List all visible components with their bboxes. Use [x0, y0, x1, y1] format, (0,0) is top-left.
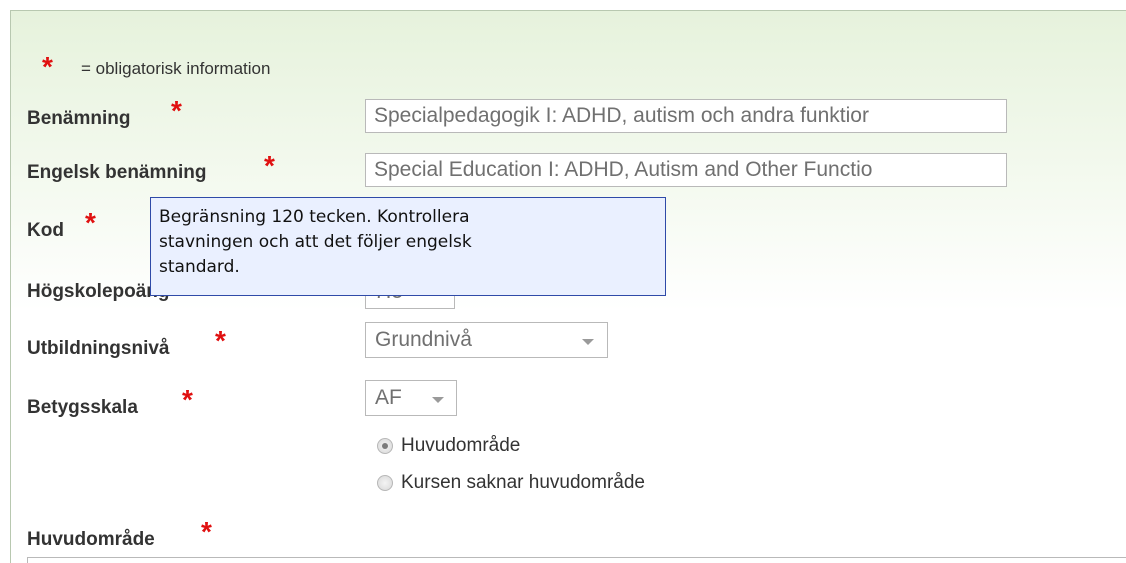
required-star: * — [171, 95, 182, 126]
benamning-label: Benämning — [27, 108, 131, 129]
saknar-huvudomrade-radio[interactable] — [377, 475, 393, 491]
huvudomrade-radio-label[interactable]: Huvudområde — [401, 435, 520, 457]
betygsskala-label: Betygsskala — [27, 397, 138, 418]
required-star: * — [215, 325, 226, 356]
required-star: * — [264, 150, 275, 181]
benamning-input[interactable]: Specialpedagogik I: ADHD, autism och and… — [365, 99, 1007, 133]
tooltip: Begränsning 120 tecken. Kontrollera stav… — [150, 197, 666, 296]
required-legend-text: = obligatorisk information — [81, 59, 271, 78]
required-star: * — [201, 516, 212, 547]
hogskolepoang-label: Högskolepoäng — [27, 281, 170, 302]
betygsskala-select[interactable]: AF — [365, 380, 457, 416]
utbildningsniva-select[interactable]: Grundnivå — [365, 322, 608, 358]
engelsk-benamning-label: Engelsk benämning — [27, 162, 207, 183]
course-form-panel: * = obligatorisk information Benämning *… — [10, 10, 1126, 563]
saknar-huvudomrade-radio-label[interactable]: Kursen saknar huvudområde — [401, 472, 645, 494]
required-star: * — [182, 384, 193, 415]
huvudomrade-label: Huvudområde — [27, 529, 155, 550]
utbildningsniva-label: Utbildningsnivå — [27, 338, 170, 359]
required-star: * — [85, 207, 96, 238]
chevron-down-icon — [582, 339, 594, 345]
kod-label: Kod — [27, 220, 64, 241]
chevron-down-icon — [432, 397, 444, 403]
engelsk-benamning-input[interactable]: Special Education I: ADHD, Autism and Ot… — [365, 153, 1007, 187]
utbildningsniva-selected: Grundnivå — [375, 328, 472, 351]
huvudomrade-field[interactable] — [27, 557, 1126, 563]
betygsskala-selected: AF — [375, 386, 402, 409]
required-star: * — [42, 51, 53, 82]
huvudomrade-radio[interactable] — [377, 438, 393, 454]
